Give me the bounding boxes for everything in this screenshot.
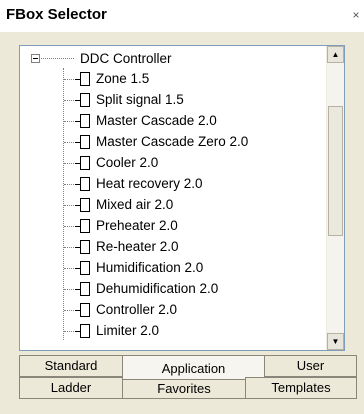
tree-item[interactable]: Mixed air 2.0 [20, 194, 320, 215]
collapse-icon[interactable] [31, 54, 40, 63]
tree-item-label: Master Cascade 2.0 [96, 113, 217, 128]
fbox-node-icon [80, 282, 90, 296]
fbox-node-icon [80, 156, 90, 170]
close-button[interactable]: × [350, 8, 362, 22]
fbox-node-icon [80, 219, 90, 233]
tree-item[interactable]: Limiter 2.0 [20, 320, 320, 341]
tree-item-label: Preheater 2.0 [96, 218, 178, 233]
tree-item[interactable]: Cooler 2.0 [20, 152, 320, 173]
tree-item[interactable]: Master Cascade 2.0 [20, 110, 320, 131]
tree-root-label: DDC Controller [80, 51, 172, 66]
window-title: FBox Selector [6, 6, 107, 23]
tree-item[interactable]: Zone 1.5 [20, 68, 320, 89]
tree-item[interactable]: Master Cascade Zero 2.0 [20, 131, 320, 152]
tree-connector [41, 58, 74, 59]
tab-templates[interactable]: Templates [245, 377, 357, 399]
tree-item-label: Zone 1.5 [96, 71, 150, 86]
tree-item-label: Mixed air 2.0 [96, 197, 174, 212]
tree-item-label: Heat recovery 2.0 [96, 176, 203, 191]
scroll-down-button[interactable]: ▼ [327, 333, 344, 350]
tree-item-label: Re-heater 2.0 [96, 239, 179, 254]
tree-item-label: Dehumidification 2.0 [96, 281, 219, 296]
fbox-node-icon [80, 72, 90, 86]
tree-item[interactable]: Dehumidification 2.0 [20, 278, 320, 299]
tab-user[interactable]: User [264, 355, 357, 377]
tree-content: DDC Controller Zone 1.5 Split signal 1.5 M… [20, 46, 327, 350]
tree-item-label: Split signal 1.5 [96, 92, 184, 107]
tree-item-label: Humidification 2.0 [96, 260, 204, 275]
title-bar[interactable]: FBox Selector × [0, 0, 364, 32]
tree-item[interactable]: Preheater 2.0 [20, 215, 320, 236]
fbox-node-icon [80, 135, 90, 149]
scroll-thumb[interactable] [328, 106, 343, 236]
tree-item[interactable]: Humidification 2.0 [20, 257, 320, 278]
tree-root[interactable]: DDC Controller [20, 48, 320, 69]
fbox-selector-window: FBox Selector × DDC Controller Zone 1.5 S… [0, 0, 364, 414]
fbox-node-icon [80, 114, 90, 128]
fbox-node-icon [80, 177, 90, 191]
fbox-node-icon [80, 261, 90, 275]
fbox-tree: DDC Controller Zone 1.5 Split signal 1.5 M… [19, 45, 345, 351]
tree-item-label: Controller 2.0 [96, 302, 178, 317]
fbox-node-icon [80, 198, 90, 212]
tab-standard[interactable]: Standard [19, 355, 123, 377]
fbox-node-icon [80, 324, 90, 338]
scroll-up-button[interactable]: ▲ [327, 46, 344, 63]
fbox-node-icon [80, 240, 90, 254]
vertical-scrollbar[interactable]: ▲ ▼ [326, 46, 344, 350]
tree-item[interactable]: Heat recovery 2.0 [20, 173, 320, 194]
tab-ladder[interactable]: Ladder [19, 377, 123, 399]
tab-application[interactable]: Application [122, 355, 265, 381]
tree-item-label: Limiter 2.0 [96, 323, 160, 338]
tree-item-label: Cooler 2.0 [96, 155, 159, 170]
tree-item[interactable]: Split signal 1.5 [20, 89, 320, 110]
tab-favorites[interactable]: Favorites [122, 379, 246, 399]
tree-item[interactable]: Controller 2.0 [20, 299, 320, 320]
tree-item[interactable]: Re-heater 2.0 [20, 236, 320, 257]
fbox-node-icon [80, 93, 90, 107]
fbox-node-icon [80, 303, 90, 317]
tree-item-label: Master Cascade Zero 2.0 [96, 134, 249, 149]
